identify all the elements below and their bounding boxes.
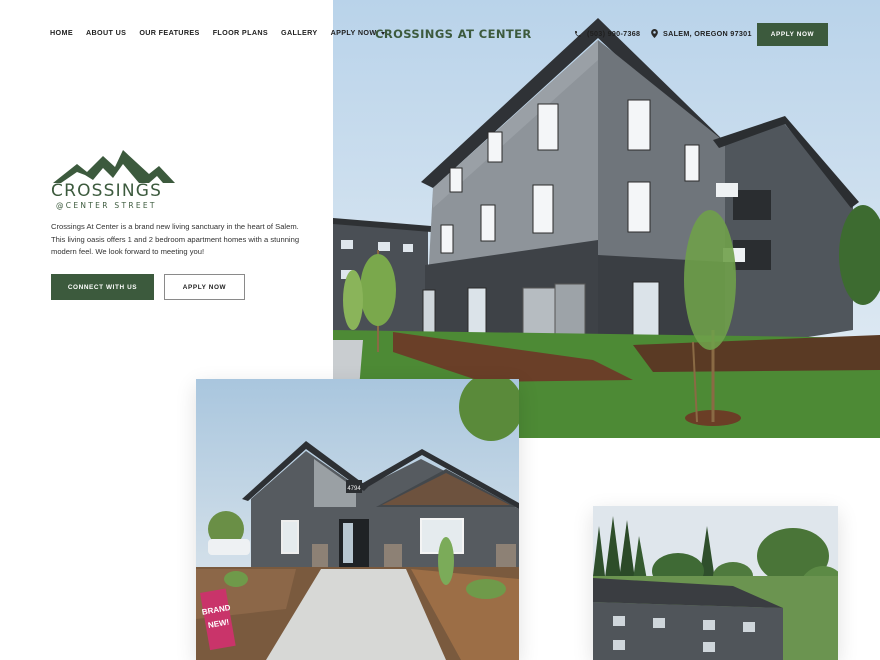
nav-apply-now-label: APPLY NOW [330, 28, 377, 37]
nav-home[interactable]: HOME [50, 28, 73, 37]
leasing-office-photo: 4794 BRAND NEW! [196, 379, 519, 660]
hero-building-photo [333, 0, 880, 438]
aerial-view-photo [593, 506, 838, 660]
logo-wordmark: CROSSINGS [51, 181, 163, 201]
phone-contact[interactable]: (503) 990-7368 [574, 29, 640, 38]
building-number: 4794 [347, 486, 361, 492]
connect-with-us-button[interactable]: CONNECT WITH US [51, 274, 154, 300]
apply-now-secondary-button[interactable]: APPLY NOW [164, 274, 245, 300]
phone-number: (503) 990-7368 [587, 29, 641, 38]
site-title[interactable]: CROSSINGS AT CENTER [375, 27, 532, 41]
nav-gallery[interactable]: GALLERY [281, 28, 318, 37]
nav-about-us[interactable]: ABOUT US [86, 28, 126, 37]
phone-icon [575, 30, 581, 37]
address-contact[interactable]: SALEM, OREGON 97301 [651, 29, 752, 38]
intro-paragraph: Crossings At Center is a brand new livin… [51, 222, 300, 257]
nav-floor-plans[interactable]: FLOOR PLANS [213, 28, 268, 37]
address-text: SALEM, OREGON 97301 [663, 29, 752, 38]
map-pin-icon [651, 29, 658, 38]
apply-now-button[interactable]: APPLY NOW [757, 23, 828, 46]
crossings-logo[interactable]: CROSSINGS @CENTER STREET [51, 150, 176, 212]
mountain-icon [53, 150, 175, 183]
nav-our-features[interactable]: OUR FEATURES [139, 28, 199, 37]
logo-subtitle: @CENTER STREET [56, 201, 157, 210]
main-nav: HOME ABOUT US OUR FEATURES FLOOR PLANS G… [50, 28, 386, 37]
